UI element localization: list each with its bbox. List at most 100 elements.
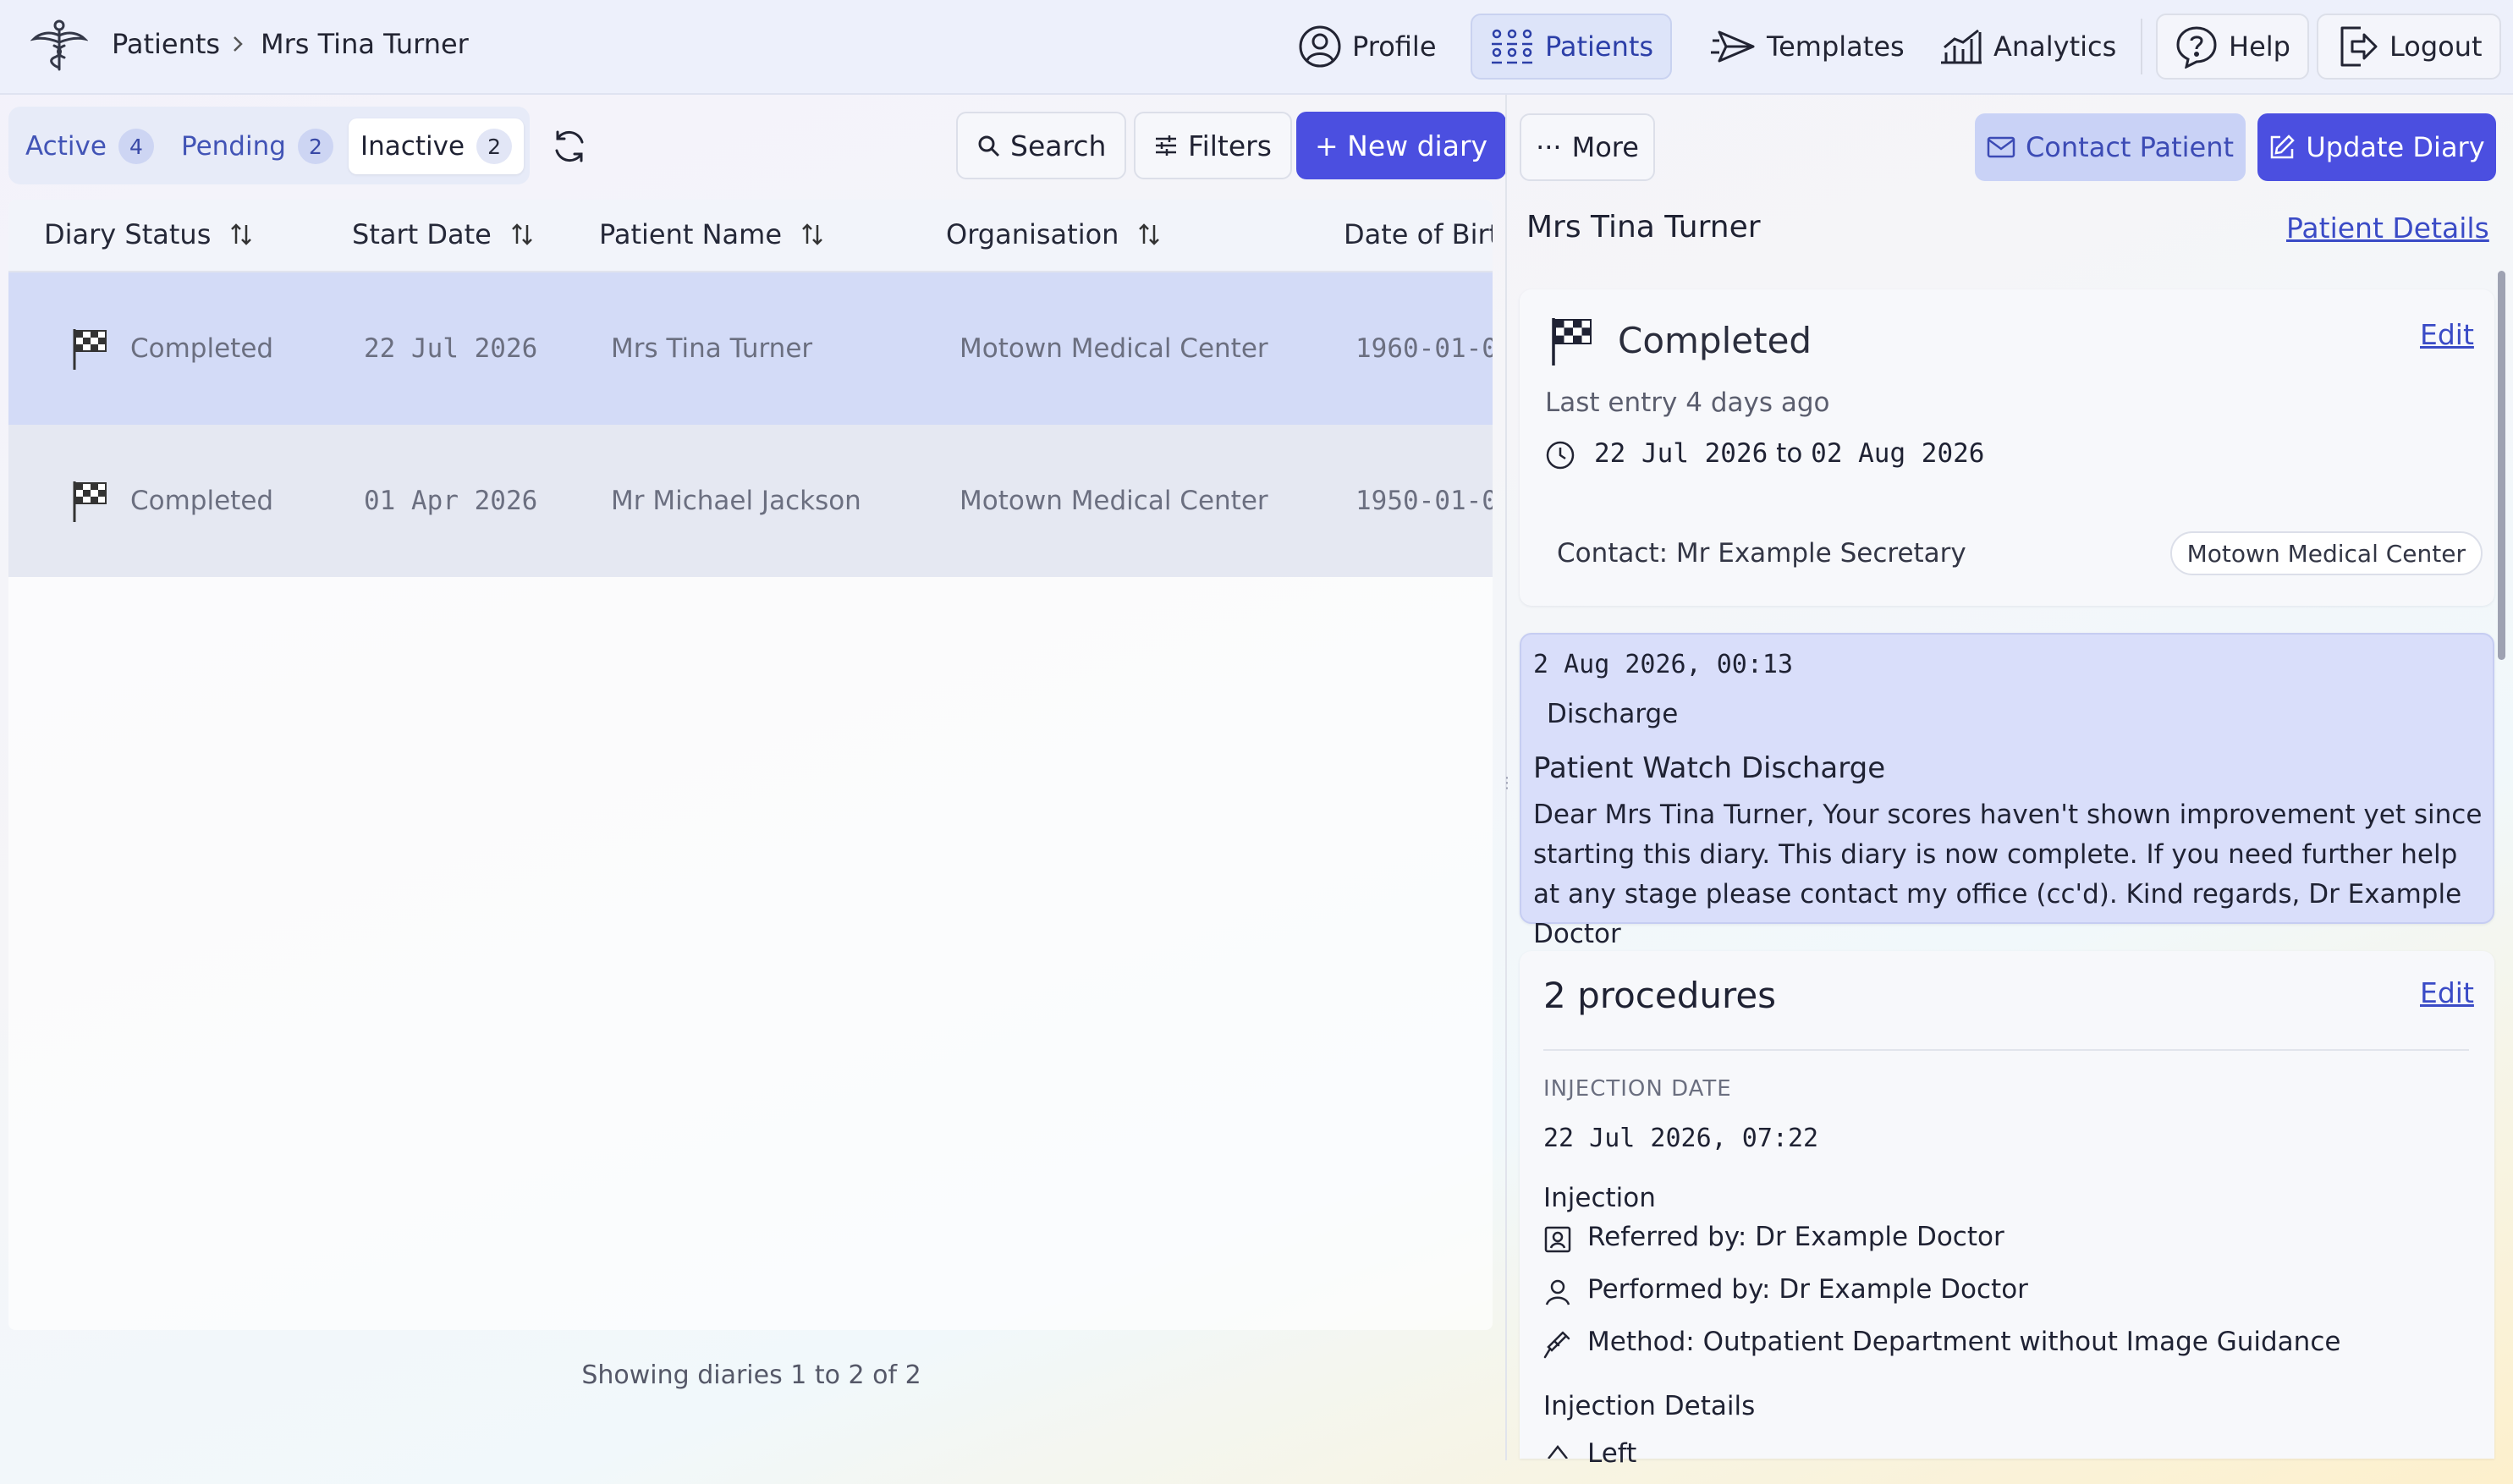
contact-text: Contact: Mr Example Secretary xyxy=(1557,538,1966,569)
injection-date-label: INJECTION DATE xyxy=(1543,1076,1732,1102)
column-header-label: Patient Name xyxy=(599,218,782,250)
nav-help[interactable]: Help xyxy=(2156,14,2309,80)
procedure-method: Method: Outpatient Department without Im… xyxy=(1587,1327,2341,1357)
range-to: to xyxy=(1776,438,1803,469)
more-button-label: More xyxy=(1571,131,1639,163)
procedure-type: Injection xyxy=(1543,1183,1656,1213)
patient-name-heading: Mrs Tina Turner xyxy=(1526,210,1761,245)
cell-organisation: Motown Medical Center xyxy=(960,333,1268,364)
group-users-icon xyxy=(1492,29,1532,64)
logout-icon xyxy=(2340,26,2378,67)
more-button[interactable]: ··· More xyxy=(1520,113,1655,181)
diary-status-label: Completed xyxy=(1618,320,1812,361)
column-header-organisation[interactable]: Organisation xyxy=(946,218,1161,250)
user-circle-icon xyxy=(1299,25,1341,68)
new-diary-button-label: + New diary xyxy=(1315,129,1488,162)
filters-button-label: Filters xyxy=(1188,129,1272,162)
diary-status-tabs: Active 4 Pending 2 Inactive 2 xyxy=(8,107,530,184)
search-button[interactable]: Search xyxy=(956,112,1127,179)
new-diary-button[interactable]: + New diary xyxy=(1296,112,1507,179)
column-header-start-date[interactable]: Start Date xyxy=(352,218,534,250)
performed-by: Performed by: Dr Example Doctor xyxy=(1587,1274,2028,1305)
tab-active-count: 4 xyxy=(118,129,154,164)
tab-pending-label: Pending xyxy=(181,131,286,162)
nav-patients-label: Patients xyxy=(1545,30,1654,63)
side-indicator-icon xyxy=(1548,1445,1568,1459)
sort-icon xyxy=(802,223,822,245)
diary-date-range: 22 Jul 2026 to 02 Aug 2026 xyxy=(1594,438,1984,469)
checkered-flag-icon xyxy=(73,329,107,370)
contact-patient-button[interactable]: Contact Patient xyxy=(1975,113,2246,181)
edit-pencil-icon xyxy=(2271,135,2296,159)
nav-logout-label: Logout xyxy=(2389,30,2483,63)
message-title: Patient Watch Discharge xyxy=(1533,751,1886,785)
range-end: 02 Aug 2026 xyxy=(1811,438,1985,469)
table-row[interactable]: Completed 22 Jul 2026 Mrs Tina Turner Mo… xyxy=(8,272,1493,425)
nav-patients[interactable]: Patients xyxy=(1471,14,1673,80)
filters-button[interactable]: Filters xyxy=(1134,112,1292,179)
chevron-right-icon xyxy=(234,36,243,52)
syringe-icon xyxy=(1543,1331,1570,1359)
sort-icon xyxy=(1139,223,1160,245)
column-header-label: Start Date xyxy=(352,218,492,250)
discharge-message-card[interactable]: 2 Aug 2026, 00:13 Discharge Patient Watc… xyxy=(1520,633,2494,949)
caduceus-logo-icon[interactable] xyxy=(30,17,88,74)
envelope-icon xyxy=(1987,136,2015,158)
pagination-summary: Showing diaries 1 to 2 of 2 xyxy=(581,1360,921,1390)
injection-date-value: 22 Jul 2026, 07:22 xyxy=(1543,1124,1819,1153)
clock-icon xyxy=(1546,441,1575,470)
id-card-icon xyxy=(1544,1226,1571,1253)
column-header-date-of-birth[interactable]: Date of Birt xyxy=(1344,218,1493,250)
last-entry-text: Last entry 4 days ago xyxy=(1545,387,1830,418)
cell-patient-name: Mr Michael Jackson xyxy=(611,486,861,516)
cell-dob: 1950-01-01 xyxy=(1355,486,1493,516)
tab-inactive-label: Inactive xyxy=(360,131,465,162)
update-diary-button[interactable]: Update Diary xyxy=(2257,113,2496,181)
update-diary-label: Update Diary xyxy=(2306,131,2485,163)
details-scrollbar-thumb[interactable] xyxy=(2498,271,2505,660)
nav-analytics-label: Analytics xyxy=(1993,30,2117,63)
breadcrumb-patients[interactable]: Patients xyxy=(112,28,220,60)
nav-help-label: Help xyxy=(2229,30,2290,63)
cell-start-date: 01 Apr 2026 xyxy=(364,486,538,516)
tab-pending[interactable]: Pending 2 xyxy=(169,118,345,174)
cell-organisation: Motown Medical Center xyxy=(960,486,1268,516)
paper-plane-icon xyxy=(1711,30,1755,63)
procedures-card: 2 procedures Edit INJECTION DATE 22 Jul … xyxy=(1520,951,2494,1469)
organisation-badge: Motown Medical Center xyxy=(2169,531,2483,575)
tab-pending-count: 2 xyxy=(297,129,333,164)
column-header-patient-name[interactable]: Patient Name xyxy=(599,218,824,250)
breadcrumb-current: Mrs Tina Turner xyxy=(261,28,469,60)
status-text: Completed xyxy=(130,333,274,364)
nav-templates[interactable]: Templates xyxy=(1692,14,1923,80)
search-icon xyxy=(978,135,1000,157)
edit-status-link[interactable]: Edit xyxy=(2420,318,2474,351)
sliders-icon xyxy=(1156,135,1176,156)
message-timestamp: 2 Aug 2026, 00:13 xyxy=(1533,650,1794,679)
splitter-grip-icon[interactable]: ⋮ xyxy=(1499,774,1515,793)
message-type: Discharge xyxy=(1547,699,1679,729)
nav-analytics[interactable]: Analytics xyxy=(1921,14,2135,80)
patient-details-link[interactable]: Patient Details xyxy=(2286,212,2489,245)
column-header-label: Organisation xyxy=(946,218,1119,250)
sort-icon xyxy=(231,223,252,245)
checkered-flag-icon xyxy=(1552,318,1592,366)
tab-inactive[interactable]: Inactive 2 xyxy=(349,118,525,174)
table-row[interactable]: Completed 01 Apr 2026 Mr Michael Jackson… xyxy=(8,425,1493,577)
top-navigation: Patients Mrs Tina Turner Profile Patient… xyxy=(0,0,2513,95)
user-icon xyxy=(1545,1279,1570,1305)
edit-procedures-link[interactable]: Edit xyxy=(2420,976,2474,1009)
nav-profile-label: Profile xyxy=(1352,30,1437,63)
column-header-diary-status[interactable]: Diary Status xyxy=(44,218,253,250)
contact-patient-label: Contact Patient xyxy=(2025,131,2235,163)
diary-status-card: Completed Edit Last entry 4 days ago 22 … xyxy=(1520,289,2494,606)
nav-profile[interactable]: Profile xyxy=(1279,14,1455,80)
refresh-icon[interactable] xyxy=(550,127,589,166)
ellipsis-icon: ··· xyxy=(1536,131,1562,163)
tab-active[interactable]: Active 4 xyxy=(14,118,166,174)
injection-side: Left xyxy=(1587,1438,1637,1469)
nav-logout[interactable]: Logout xyxy=(2317,14,2501,80)
message-body: Dear Mrs Tina Turner, Your scores haven'… xyxy=(1533,800,2483,949)
table-header: Diary Status Start Date Patient Name Org… xyxy=(8,200,1493,272)
column-header-label: Diary Status xyxy=(44,218,212,250)
